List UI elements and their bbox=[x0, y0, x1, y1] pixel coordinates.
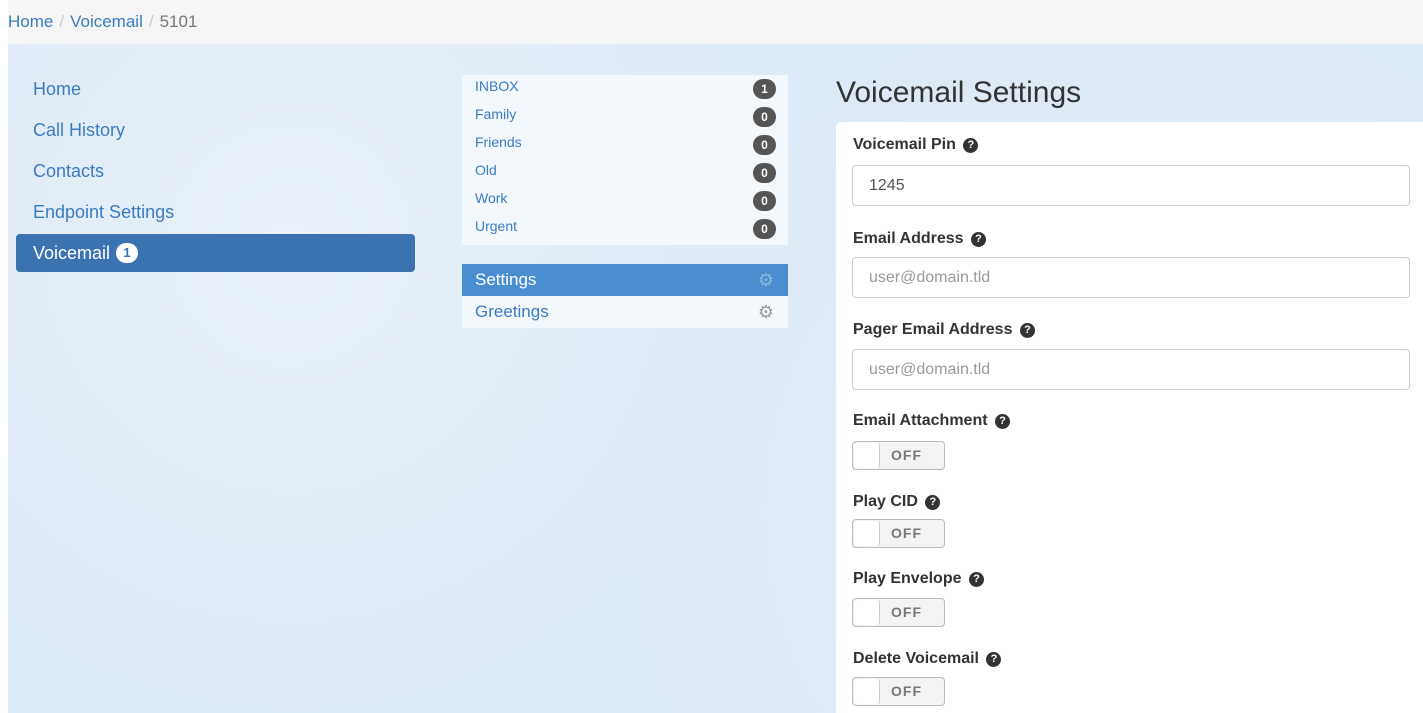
nav-item-call-history[interactable]: Call History bbox=[16, 111, 415, 149]
folder-label: Friends bbox=[475, 134, 522, 150]
menu-item-settings[interactable]: Settings ⚙ bbox=[462, 264, 788, 296]
breadcrumb: Home / Voicemail / 5101 bbox=[8, 0, 1423, 44]
nav-item-label: Contacts bbox=[33, 161, 105, 181]
toggle-state: OFF bbox=[891, 604, 922, 620]
play-cid-toggle[interactable]: OFF bbox=[852, 519, 945, 548]
help-icon[interactable]: ? bbox=[963, 138, 979, 153]
gear-icon: ⚙ bbox=[757, 270, 774, 290]
toggle-state: OFF bbox=[891, 525, 922, 541]
folder-inbox[interactable]: INBOX 1 bbox=[462, 75, 788, 103]
play-envelope-toggle[interactable]: OFF bbox=[852, 598, 945, 627]
toggle-knob bbox=[854, 443, 880, 468]
folder-label: Family bbox=[475, 106, 517, 122]
nav-item-label: Home bbox=[33, 79, 82, 99]
folder-old[interactable]: Old 0 bbox=[462, 159, 788, 187]
toggle-state: OFF bbox=[891, 447, 922, 463]
help-icon[interactable]: ? bbox=[1019, 323, 1035, 338]
menu-item-label: Greetings bbox=[475, 302, 549, 321]
play-cid-label-text: Play CID bbox=[853, 493, 918, 510]
toggle-knob bbox=[854, 600, 880, 625]
folder-work[interactable]: Work 0 bbox=[462, 187, 788, 215]
play-cid-label: Play CID ? bbox=[853, 493, 941, 511]
gear-icon: ⚙ bbox=[757, 302, 774, 322]
breadcrumb-voicemail[interactable]: Voicemail bbox=[70, 12, 143, 31]
voicemail-pin-label-text: Voicemail Pin bbox=[853, 136, 956, 153]
help-icon[interactable]: ? bbox=[968, 572, 984, 587]
delete-voicemail-toggle[interactable]: OFF bbox=[852, 677, 945, 706]
nav-item-home[interactable]: Home bbox=[16, 70, 415, 108]
pager-email-label-text: Pager Email Address bbox=[853, 321, 1013, 338]
help-icon[interactable]: ? bbox=[971, 232, 987, 247]
settings-panel: Voicemail Pin ? Email Address ? Pager Em… bbox=[836, 122, 1423, 713]
sidebar-nav: Home Call History Contacts Endpoint Sett… bbox=[16, 70, 415, 275]
folder-family[interactable]: Family 0 bbox=[462, 103, 788, 131]
nav-item-label: Call History bbox=[33, 120, 126, 140]
menu-item-label: Settings bbox=[475, 270, 537, 289]
folder-count-badge: 0 bbox=[753, 135, 776, 155]
folder-count-badge: 0 bbox=[753, 219, 776, 239]
folder-label: Work bbox=[475, 190, 508, 206]
email-attachment-label: Email Attachment ? bbox=[853, 412, 1010, 430]
menu-item-greetings[interactable]: Greetings ⚙ bbox=[462, 296, 788, 328]
breadcrumb-separator: / bbox=[59, 12, 65, 31]
nav-item-endpoint-settings[interactable]: Endpoint Settings bbox=[16, 193, 415, 231]
voicemail-count-badge: 1 bbox=[116, 243, 139, 263]
delete-voicemail-label: Delete Voicemail ? bbox=[853, 650, 1002, 668]
folder-urgent[interactable]: Urgent 0 bbox=[462, 215, 788, 243]
toggle-knob bbox=[854, 679, 880, 704]
folder-label: Old bbox=[475, 162, 497, 178]
toggle-knob bbox=[854, 521, 880, 546]
page-title: Voicemail Settings bbox=[836, 76, 1082, 109]
toggle-state: OFF bbox=[891, 683, 922, 699]
folder-count-badge: 0 bbox=[753, 191, 776, 211]
delete-voicemail-label-text: Delete Voicemail bbox=[853, 650, 979, 667]
voicemail-pin-input[interactable] bbox=[852, 165, 1410, 206]
email-address-label-text: Email Address bbox=[853, 230, 964, 247]
help-icon[interactable]: ? bbox=[995, 414, 1010, 429]
email-attachment-toggle[interactable]: OFF bbox=[852, 441, 945, 470]
folder-label: INBOX bbox=[475, 78, 519, 94]
play-envelope-label: Play Envelope ? bbox=[853, 570, 984, 588]
email-attachment-label-text: Email Attachment bbox=[853, 412, 988, 429]
folder-count-badge: 1 bbox=[753, 79, 776, 99]
voicemail-folder-list: INBOX 1 Family 0 Friends 0 Old 0 Work 0 Urgen… bbox=[462, 75, 788, 245]
breadcrumb-separator: / bbox=[148, 12, 154, 31]
folder-count-badge: 0 bbox=[753, 107, 776, 127]
folder-count-badge: 0 bbox=[753, 163, 776, 183]
email-address-label: Email Address ? bbox=[853, 230, 987, 248]
help-icon[interactable]: ? bbox=[925, 495, 941, 510]
nav-item-voicemail[interactable]: Voicemail 1 bbox=[16, 234, 415, 272]
nav-item-label: Voicemail bbox=[33, 243, 111, 263]
breadcrumb-current: 5101 bbox=[159, 12, 198, 31]
folder-friends[interactable]: Friends 0 bbox=[462, 131, 788, 159]
help-icon[interactable]: ? bbox=[986, 652, 1002, 667]
nav-item-contacts[interactable]: Contacts bbox=[16, 152, 415, 190]
nav-item-label: Endpoint Settings bbox=[33, 202, 175, 222]
play-envelope-label-text: Play Envelope bbox=[853, 570, 962, 587]
pager-email-label: Pager Email Address ? bbox=[853, 321, 1035, 339]
pager-email-input[interactable] bbox=[852, 349, 1410, 390]
folder-label: Urgent bbox=[475, 218, 518, 234]
voicemail-pin-label: Voicemail Pin ? bbox=[853, 136, 979, 154]
email-address-input[interactable] bbox=[852, 257, 1410, 298]
breadcrumb-home[interactable]: Home bbox=[8, 12, 53, 31]
settings-menu: Settings ⚙ Greetings ⚙ bbox=[462, 264, 788, 328]
